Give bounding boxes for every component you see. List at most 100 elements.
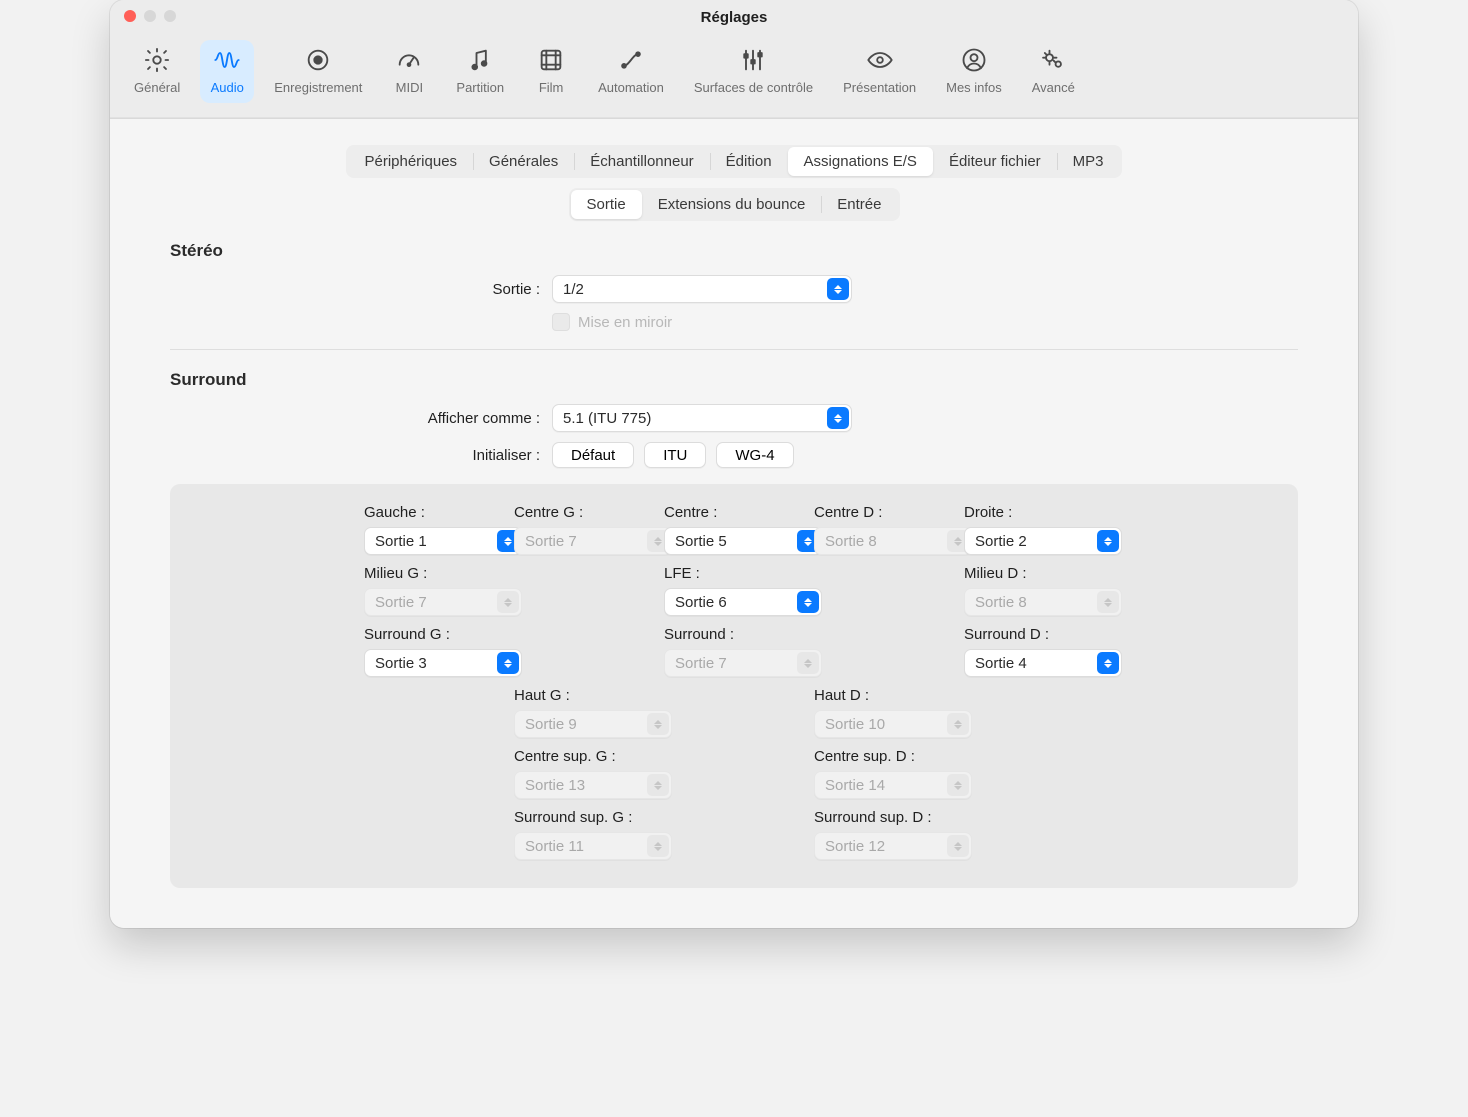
channel-select-midR: Sortie 8 [964,588,1122,616]
channel-label: Centre D : [814,504,954,521]
sub-tab-2[interactable]: Entrée [821,190,897,219]
init-label: Initialiser : [170,447,540,464]
section-stereo: Stéréo Sortie : 1/2 Mise en miroir [170,241,1298,350]
stepper-icon [497,591,519,613]
show-as-label: Afficher comme : [170,410,540,427]
record-icon [304,46,332,74]
minimize-window-button[interactable] [144,10,156,22]
toolbar-item-myinfo[interactable]: Mes infos [936,40,1012,103]
show-as-value: 5.1 (ITU 775) [563,410,651,427]
channel-select-supSL: Sortie 11 [514,832,672,860]
channel-select-center[interactable]: Sortie 5 [664,527,822,555]
channel-value: Sortie 4 [975,655,1027,672]
toolbar-item-movie[interactable]: Film [524,40,578,103]
toolbar: Général Audio Enregistrement MIDI Partit… [110,34,1358,117]
user-icon [960,46,988,74]
channel-midL: Milieu G : Sortie 7 [364,565,504,616]
channel-value: Sortie 7 [675,655,727,672]
content: PériphériquesGénéralesÉchantillonneurÉdi… [110,119,1358,928]
channel-select-surL[interactable]: Sortie 3 [364,649,522,677]
empty-cell [364,809,504,860]
channels-panel: Gauche : Sortie 1 Centre G : Sortie 7 Ce… [170,484,1298,888]
top-tab-5[interactable]: Éditeur fichier [933,147,1057,176]
toolbar-item-general[interactable]: Général [124,40,190,103]
channel-right: Droite : Sortie 2 [964,504,1104,555]
window-controls [124,10,176,22]
itu-button[interactable]: ITU [644,442,706,468]
channel-label: LFE : [664,565,804,582]
toolbar-item-label: Partition [456,80,504,95]
close-window-button[interactable] [124,10,136,22]
channel-sur: Surround : Sortie 7 [664,626,804,677]
stereo-output-select[interactable]: 1/2 [552,275,852,303]
stepper-icon [647,835,669,857]
channel-label: Gauche : [364,504,504,521]
toolbar-item-label: Présentation [843,80,916,95]
toolbar-item-surfaces[interactable]: Surfaces de contrôle [684,40,823,103]
mirror-label: Mise en miroir [578,314,672,331]
channel-select-left[interactable]: Sortie 1 [364,527,522,555]
surround-heading: Surround [170,370,1298,390]
toolbar-item-advanced[interactable]: Avancé [1022,40,1085,103]
sub-tab-1[interactable]: Extensions du bounce [642,190,822,219]
channel-supSR: Surround sup. D : Sortie 12 [814,809,954,860]
channel-label: Centre : [664,504,804,521]
gears-icon [1039,46,1067,74]
toolbar-item-label: MIDI [396,80,423,95]
channel-label: Milieu D : [964,565,1104,582]
toolbar-item-audio[interactable]: Audio [200,40,254,103]
channel-label: Haut D : [814,687,954,704]
stepper-icon [647,713,669,735]
channel-select-topR: Sortie 10 [814,710,972,738]
channel-lfe: LFE : Sortie 6 [664,565,804,616]
stepper-icon [797,591,819,613]
toolbar-item-recording[interactable]: Enregistrement [264,40,372,103]
channel-select-right[interactable]: Sortie 2 [964,527,1122,555]
toolbar-item-midi[interactable]: MIDI [382,40,436,103]
top-tab-2[interactable]: Échantillonneur [574,147,709,176]
channel-select-supCL: Sortie 13 [514,771,672,799]
channel-value: Sortie 7 [375,594,427,611]
channel-select-centerL: Sortie 7 [514,527,672,555]
channel-value: Sortie 8 [975,594,1027,611]
wave-icon [213,46,241,74]
show-as-select[interactable]: 5.1 (ITU 775) [552,404,852,432]
top-tab-1[interactable]: Générales [473,147,574,176]
section-separator [170,349,1298,350]
channel-value: Sortie 10 [825,716,885,733]
toolbar-item-automation[interactable]: Automation [588,40,674,103]
toolbar-item-label: Film [539,80,564,95]
toolbar-item-view[interactable]: Présentation [833,40,926,103]
top-tab-3[interactable]: Édition [710,147,788,176]
default-button[interactable]: Défaut [552,442,634,468]
toolbar-item-score[interactable]: Partition [446,40,514,103]
channel-select-lfe[interactable]: Sortie 6 [664,588,822,616]
stepper-icon [827,278,849,300]
toolbar-item-label: Général [134,80,180,95]
channel-supSL: Surround sup. G : Sortie 11 [514,809,654,860]
channel-midR: Milieu D : Sortie 8 [964,565,1104,616]
top-tab-0[interactable]: Périphériques [348,147,473,176]
top-tab-6[interactable]: MP3 [1057,147,1120,176]
channel-label: Surround D : [964,626,1104,643]
channel-select-surR[interactable]: Sortie 4 [964,649,1122,677]
film-icon [537,46,565,74]
channel-centerR: Centre D : Sortie 8 [814,504,954,555]
empty-cell [664,687,804,738]
channel-value: Sortie 12 [825,838,885,855]
channel-value: Sortie 2 [975,533,1027,550]
zoom-window-button[interactable] [164,10,176,22]
stepper-icon [797,652,819,674]
titlebar: Réglages [110,0,1358,34]
stepper-icon [1097,591,1119,613]
stepper-icon [827,407,849,429]
top-tab-4[interactable]: Assignations E/S [788,147,933,176]
channel-value: Sortie 7 [525,533,577,550]
channel-select-centerR: Sortie 8 [814,527,972,555]
mirror-checkbox[interactable]: Mise en miroir [552,313,672,331]
wg4-button[interactable]: WG-4 [716,442,793,468]
empty-cell [664,748,804,799]
sub-tab-0[interactable]: Sortie [571,190,642,219]
channel-left: Gauche : Sortie 1 [364,504,504,555]
stepper-icon [947,835,969,857]
